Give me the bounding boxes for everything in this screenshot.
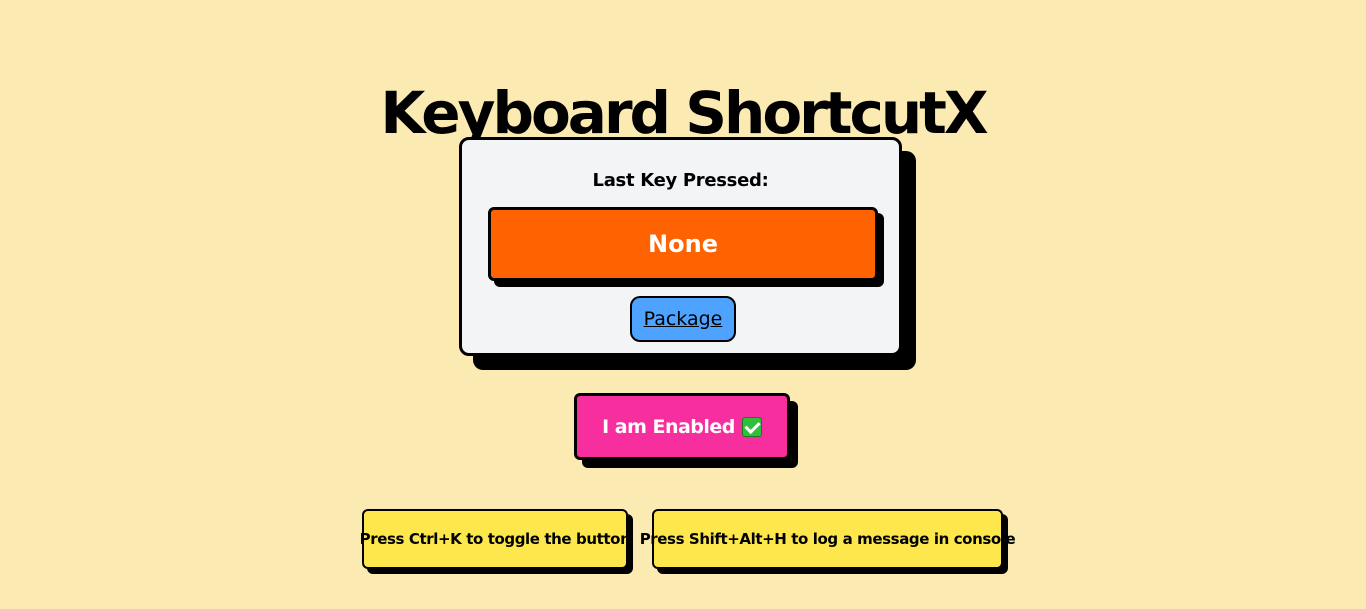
- last-key-card: Last Key Pressed: None Package: [459, 137, 902, 356]
- last-key-value: None: [648, 230, 718, 258]
- last-key-display: None: [488, 207, 878, 281]
- hint-log-shortcut: Press Shift+Alt+H to log a message in co…: [640, 509, 1016, 569]
- toggle-button[interactable]: I am Enabled: [574, 393, 790, 460]
- last-key-label: Last Key Pressed:: [592, 170, 769, 191]
- hint-toggle-shortcut: Press Ctrl+K to toggle the button: [359, 509, 631, 569]
- hint-toggle-shortcut-text: Press Ctrl+K to toggle the button: [359, 530, 631, 548]
- hint-log-shortcut-text: Press Shift+Alt+H to log a message in co…: [639, 530, 1016, 548]
- toggle-button-label: I am Enabled: [602, 415, 735, 438]
- check-mark-icon: [741, 416, 762, 437]
- package-link[interactable]: Package: [630, 296, 736, 342]
